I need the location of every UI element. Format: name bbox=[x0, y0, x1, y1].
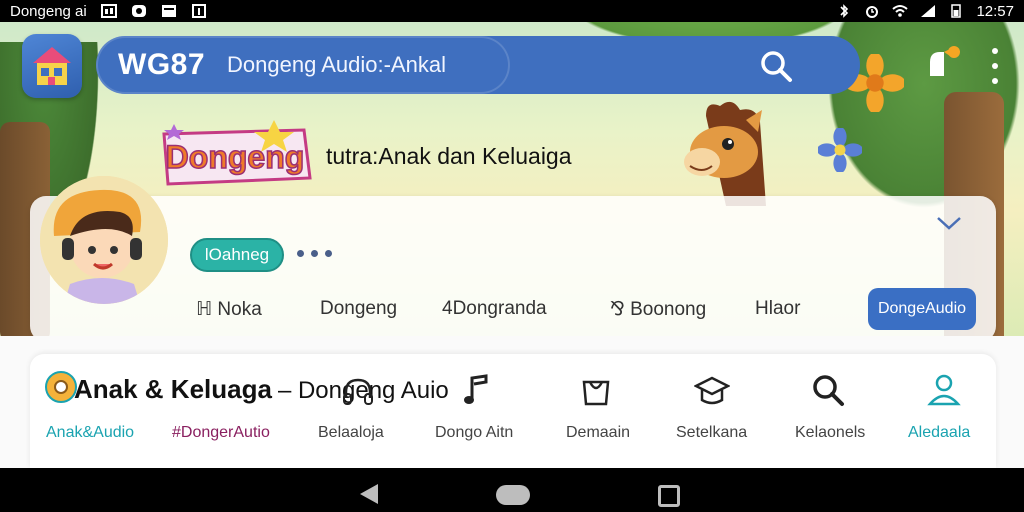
nav-item-belaaloja[interactable]: Belaaloja bbox=[318, 424, 384, 442]
cd-icon[interactable] bbox=[44, 370, 78, 404]
wifi-icon bbox=[892, 5, 909, 17]
dongeng-logo: Dongeng bbox=[162, 120, 312, 186]
calendar-icon bbox=[191, 4, 206, 18]
search-icon[interactable] bbox=[810, 372, 846, 408]
category-tab-3[interactable]: 4Dongranda bbox=[442, 298, 547, 320]
message-icon bbox=[161, 5, 176, 17]
bottom-nav-card bbox=[30, 354, 996, 468]
app-bar-background bbox=[470, 36, 860, 94]
recent-apps-button[interactable] bbox=[658, 485, 680, 507]
dot bbox=[992, 62, 998, 69]
brand-title: WG87 bbox=[118, 48, 206, 81]
category-tab-1[interactable]: ℍ Noka bbox=[196, 298, 262, 321]
category-tab-5[interactable]: Hlaor bbox=[755, 298, 800, 320]
audio-action-button[interactable]: DongeAudio bbox=[868, 288, 976, 330]
title-pill[interactable]: WG87 Dongeng Audio:-Ankal bbox=[96, 36, 510, 94]
more-dots[interactable] bbox=[297, 250, 332, 257]
house-icon bbox=[33, 47, 71, 85]
nav-heading: Anak & Keluaga – Dongeng Auio bbox=[74, 374, 449, 405]
search-icon bbox=[761, 51, 792, 82]
bell-icon bbox=[930, 46, 960, 76]
category-tab-2[interactable]: Dongeng bbox=[320, 298, 397, 320]
back-icon[interactable] bbox=[358, 482, 380, 506]
category-chip[interactable]: lOahneg bbox=[190, 238, 284, 272]
banner-tagline: tutra:Anak dan Keluaiga bbox=[326, 143, 572, 169]
notification-icon bbox=[131, 5, 146, 17]
music-note-icon[interactable] bbox=[458, 372, 494, 408]
status-bar: Dongeng ai 12:57 bbox=[0, 0, 1024, 22]
dot bbox=[992, 48, 998, 55]
dot bbox=[325, 250, 332, 257]
child-avatar[interactable] bbox=[40, 176, 168, 304]
nav-item-anak-audio[interactable]: Anak&Audio bbox=[46, 424, 134, 442]
app-logo[interactable] bbox=[22, 34, 82, 98]
bluetooth-icon bbox=[840, 4, 849, 18]
child-illustration bbox=[40, 176, 168, 304]
home-button[interactable] bbox=[496, 485, 530, 505]
person-icon[interactable] bbox=[926, 372, 962, 408]
nav-item-dongo-aitn[interactable]: Dongo Aitn bbox=[435, 424, 513, 442]
more-options-button[interactable] bbox=[982, 44, 1008, 88]
status-app-name: Dongeng ai bbox=[10, 2, 87, 20]
headphones-icon[interactable] bbox=[340, 374, 376, 410]
flower-blue-icon bbox=[818, 128, 862, 172]
profile-card bbox=[30, 196, 996, 342]
nav-heading-title: Anak & Keluaga bbox=[74, 374, 272, 404]
dot bbox=[297, 250, 304, 257]
chevron-down-icon[interactable] bbox=[936, 214, 962, 232]
graduation-cap-icon[interactable] bbox=[694, 372, 730, 408]
notification-button[interactable] bbox=[924, 42, 966, 84]
gallery-icon bbox=[100, 4, 117, 18]
battery-icon bbox=[951, 4, 962, 18]
app-subtitle: Dongeng Audio:-Ankal bbox=[227, 52, 446, 77]
nav-item-kelaonels[interactable]: Kelaonels bbox=[795, 424, 865, 442]
signal-icon bbox=[921, 5, 936, 17]
logo-text: Dongeng bbox=[166, 139, 305, 175]
dot bbox=[992, 77, 998, 84]
dot bbox=[311, 250, 318, 257]
app-screen: Dongeng ai 12:57 WG87 Dongeng Audio:-Ank… bbox=[0, 0, 1024, 512]
search-button[interactable] bbox=[756, 46, 796, 86]
bag-icon[interactable] bbox=[578, 372, 614, 408]
nav-item-setelkana[interactable]: Setelkana bbox=[676, 424, 747, 442]
alarm-icon bbox=[866, 6, 879, 18]
nav-item-dongeraudio[interactable]: #DongerAutio bbox=[172, 424, 270, 442]
category-tab-4[interactable]: ⅋ Boonong bbox=[610, 298, 706, 321]
horse-character bbox=[684, 101, 766, 206]
nav-item-aledaala[interactable]: Aledaala bbox=[908, 424, 970, 442]
nav-item-demaain[interactable]: Demaain bbox=[566, 424, 630, 442]
status-time: 12:57 bbox=[976, 2, 1014, 20]
